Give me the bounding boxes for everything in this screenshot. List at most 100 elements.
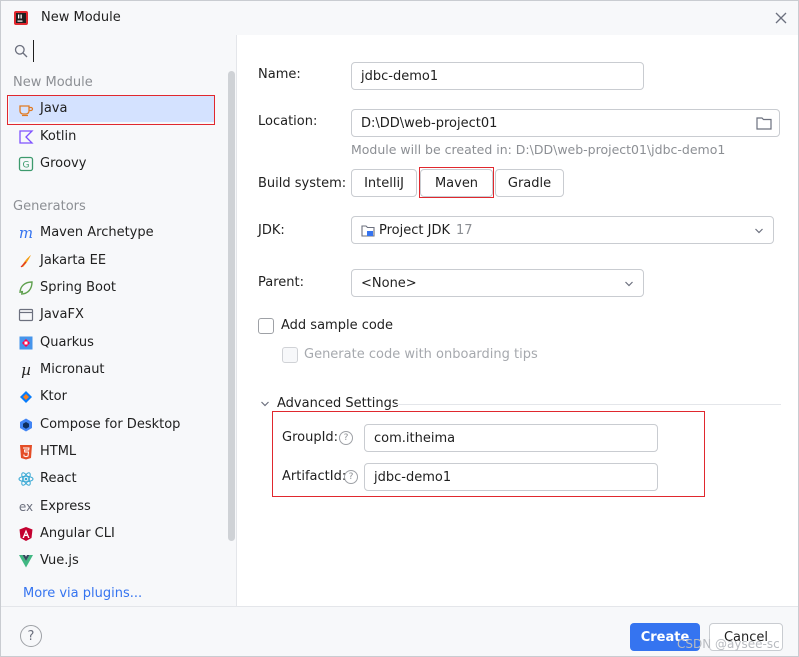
build-option-label: IntelliJ <box>364 175 404 191</box>
sidebar-item-label: Quarkus <box>40 335 94 350</box>
sidebar-item-label: Jakarta EE <box>40 253 107 268</box>
jdk-version: 17 <box>455 222 473 238</box>
search-input[interactable] <box>33 40 223 62</box>
location-value: D:\DD\web-project01 <box>361 115 498 131</box>
sidebar-item-label: React <box>40 471 77 486</box>
advanced-settings-toggle[interactable]: Advanced Settings <box>277 396 399 411</box>
sidebar-item-spring-boot[interactable]: Spring Boot <box>9 274 215 301</box>
java-cup-icon <box>18 101 34 117</box>
chevron-down-icon <box>625 281 633 287</box>
ktor-icon <box>18 389 34 405</box>
folder-icon[interactable] <box>756 116 772 130</box>
sidebar-item-label: JavaFX <box>40 307 84 322</box>
add-sample-code-label: Add sample code <box>281 318 394 333</box>
jdk-folder-icon <box>361 224 375 237</box>
kotlin-icon <box>18 129 34 145</box>
module-type-sidebar: New Module Java Kotlin G Groovy Generato… <box>1 35 237 606</box>
sidebar-item-quarkus[interactable]: Quarkus <box>9 329 215 356</box>
sidebar-item-java[interactable]: Java <box>9 95 215 122</box>
sidebar-item-express[interactable]: ex Express <box>9 493 215 520</box>
jdk-label: JDK: <box>258 223 285 238</box>
name-value: jdbc-demo1 <box>361 68 439 84</box>
build-system-label: Build system: <box>258 176 347 191</box>
sidebar-item-label: Compose for Desktop <box>40 417 181 432</box>
section-new-module: New Module <box>13 75 93 90</box>
close-icon[interactable] <box>772 9 790 27</box>
location-field[interactable]: D:\DD\web-project01 <box>351 109 780 137</box>
sidebar-item-label: Micronaut <box>40 362 105 377</box>
sidebar-item-jakarta-ee[interactable]: Jakarta EE <box>9 247 215 274</box>
section-generators: Generators <box>13 199 86 214</box>
search-icon <box>14 44 28 58</box>
build-option-intellij[interactable]: IntelliJ <box>351 169 417 197</box>
sidebar-item-label: Spring Boot <box>40 280 117 295</box>
parent-value: <None> <box>361 275 417 291</box>
sidebar-item-compose-desktop[interactable]: Compose for Desktop <box>9 411 215 438</box>
jakarta-icon <box>18 253 34 269</box>
groupid-value: com.itheima <box>374 430 456 446</box>
build-option-gradle[interactable]: Gradle <box>495 169 564 197</box>
vue-icon <box>18 553 34 569</box>
sidebar-item-label: Kotlin <box>40 129 77 144</box>
artifactid-value: jdbc-demo1 <box>374 469 452 485</box>
sidebar-search <box>1 35 237 67</box>
location-hint: Module will be created in: D:\DD\web-pro… <box>351 142 726 157</box>
maven-icon: m <box>18 223 34 242</box>
sidebar-item-vuejs[interactable]: Vue.js <box>9 547 215 574</box>
artifactid-help-icon[interactable]: ? <box>344 470 358 484</box>
groovy-icon: G <box>18 156 34 172</box>
onboarding-tips-label: Generate code with onboarding tips <box>304 347 538 362</box>
parent-select[interactable]: <None> <box>351 269 644 297</box>
groupid-label: GroupId: <box>282 430 339 445</box>
location-label: Location: <box>258 114 318 129</box>
scrollbar-thumb[interactable] <box>228 71 235 541</box>
chevron-down-icon <box>755 228 763 234</box>
name-label: Name: <box>258 67 301 82</box>
sidebar-scrollbar[interactable] <box>227 71 236 571</box>
title-bar: New Module <box>1 1 798 35</box>
more-via-plugins-link[interactable]: More via plugins... <box>23 586 142 601</box>
build-option-label: Maven <box>434 175 479 191</box>
add-sample-code-checkbox[interactable] <box>258 318 274 334</box>
build-option-label: Gradle <box>507 175 552 191</box>
csdn-watermark: CSDN @aysee-sc <box>677 637 780 651</box>
build-option-maven[interactable]: Maven <box>420 169 493 197</box>
groupid-field[interactable]: com.itheima <box>364 424 658 452</box>
jdk-value: Project JDK <box>379 222 450 238</box>
artifactid-label: ArtifactId: <box>282 469 347 484</box>
artifactid-field[interactable]: jdbc-demo1 <box>364 463 658 491</box>
parent-label: Parent: <box>258 275 304 290</box>
sidebar-item-ktor[interactable]: Ktor <box>9 383 215 410</box>
sidebar-item-react[interactable]: React <box>9 465 215 492</box>
svg-text:G: G <box>23 160 30 170</box>
quarkus-icon <box>18 335 34 351</box>
groupid-help-icon[interactable]: ? <box>339 431 353 445</box>
express-icon: ex <box>18 499 34 514</box>
sidebar-item-label: Maven Archetype <box>40 225 154 240</box>
sidebar-item-groovy[interactable]: G Groovy <box>9 150 215 177</box>
intellij-logo-icon <box>14 11 28 25</box>
onboarding-tips-checkbox <box>282 347 298 363</box>
sidebar-item-javafx[interactable]: JavaFX <box>9 301 215 328</box>
react-icon <box>18 471 34 487</box>
sidebar-item-angular-cli[interactable]: Angular CLI <box>9 520 215 547</box>
sidebar-item-label: Ktor <box>40 389 67 404</box>
sidebar-item-label: Groovy <box>40 156 87 171</box>
compose-icon <box>18 417 34 433</box>
angular-icon <box>18 526 34 542</box>
sidebar-item-kotlin[interactable]: Kotlin <box>9 123 215 150</box>
name-field[interactable]: jdbc-demo1 <box>351 62 644 90</box>
chevron-down-icon[interactable] <box>260 399 270 409</box>
sidebar-item-label: Vue.js <box>40 553 79 568</box>
sidebar-item-html[interactable]: HTML <box>9 438 215 465</box>
window-title: New Module <box>41 10 121 25</box>
jdk-select[interactable]: Project JDK 17 <box>351 216 774 244</box>
spring-icon <box>18 280 34 296</box>
sidebar-item-micronaut[interactable]: µ Micronaut <box>9 356 215 383</box>
javafx-icon <box>18 307 34 323</box>
advanced-divider <box>393 404 781 405</box>
micronaut-icon: µ <box>21 360 31 379</box>
new-module-dialog: New Module New Module Java Kotlin G Groo… <box>0 0 799 657</box>
sidebar-item-maven-archetype[interactable]: m Maven Archetype <box>9 219 215 246</box>
help-button[interactable]: ? <box>20 625 42 647</box>
